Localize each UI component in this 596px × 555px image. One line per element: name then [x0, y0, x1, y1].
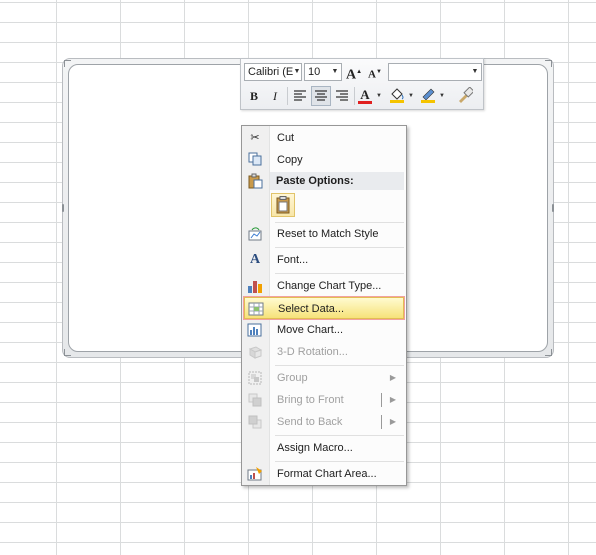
font-icon: A [249, 252, 261, 267]
chart-type-icon [247, 278, 263, 294]
menu-item-label: Move Chart... [277, 324, 344, 336]
font-color-dropdown-icon[interactable]: ▼ [375, 86, 383, 106]
menu-item-change-chart-type[interactable]: Change Chart Type... [244, 275, 404, 297]
resize-corner-top-left[interactable] [64, 60, 71, 67]
font-name-value: Calibri (E [248, 66, 294, 78]
fill-color-button[interactable] [387, 86, 407, 106]
rotation-icon [247, 344, 263, 360]
resize-corner-bottom-right[interactable] [545, 349, 552, 356]
align-center-icon [315, 90, 327, 101]
pen-icon [421, 88, 435, 103]
menu-item-label: Cut [277, 132, 295, 144]
move-chart-icon [247, 322, 263, 338]
menu-item-select-data[interactable]: Select Data... [244, 297, 404, 319]
paint-bucket-icon [390, 88, 404, 103]
split-divider [381, 415, 382, 429]
menu-item-label: Assign Macro... [277, 442, 353, 454]
italic-button[interactable]: I [265, 86, 285, 106]
italic-label: I [273, 89, 277, 103]
format-painter-icon [459, 86, 475, 103]
submenu-arrow-icon: ▶ [389, 417, 396, 426]
menu-separator [275, 435, 404, 436]
mini-toolbar: Calibri (E ▼ 10 ▼ A▲ A▼ ▼ B I A ▼ ▼ ▼ [240, 58, 484, 110]
font-size-dropdown-icon[interactable]: ▼ [329, 63, 341, 81]
font-color-label: A [360, 87, 370, 102]
align-left-button[interactable] [290, 86, 310, 106]
menu-item-group: Group ▶ [244, 367, 404, 389]
menu-item-label: Copy [277, 154, 303, 166]
menu-item-3d-rotation: 3-D Rotation... [244, 341, 404, 363]
resize-corner-top-right[interactable] [545, 60, 552, 67]
font-color-swatch [358, 101, 372, 104]
menu-separator [275, 247, 404, 248]
font-color-button[interactable]: A [355, 86, 375, 106]
line-color-button[interactable] [418, 86, 438, 106]
scissors-icon: ✂ [250, 132, 260, 144]
resize-corner-bottom-left[interactable] [64, 349, 71, 356]
bring-front-icon [247, 392, 263, 408]
bold-button[interactable]: B [244, 86, 264, 106]
menu-item-label: Send to Back [277, 416, 343, 428]
shrink-font-button[interactable]: A▼ [365, 62, 385, 82]
menu-separator [275, 273, 404, 274]
menu-item-label: Reset to Match Style [277, 228, 379, 240]
menu-item-move-chart[interactable]: Move Chart... [244, 319, 404, 341]
fill-color-dropdown-icon[interactable]: ▼ [407, 86, 415, 106]
menu-separator [275, 461, 404, 462]
align-center-button[interactable] [311, 86, 331, 106]
line-color-dropdown-icon[interactable]: ▼ [438, 86, 446, 106]
format-painter-button[interactable] [455, 86, 475, 106]
resize-handle-right[interactable] [552, 204, 554, 212]
menu-item-label: Bring to Front [277, 394, 344, 406]
menu-item-assign-macro[interactable]: Assign Macro... [244, 437, 404, 459]
style-dropdown-icon[interactable]: ▼ [469, 63, 481, 81]
resize-handle-left[interactable] [62, 204, 64, 212]
menu-item-format-chart-area[interactable]: Format Chart Area... [244, 463, 404, 485]
reset-style-icon [247, 226, 263, 242]
toolbar-divider [287, 87, 288, 105]
grow-font-label: A [345, 67, 357, 83]
style-box[interactable] [388, 63, 482, 81]
menu-separator [275, 365, 404, 366]
align-right-icon [336, 90, 348, 101]
format-chart-icon [247, 466, 263, 482]
menu-item-cut[interactable]: ✂ Cut [244, 127, 404, 149]
menu-item-label: 3-D Rotation... [277, 346, 348, 358]
menu-item-reset-to-match-style[interactable]: Reset to Match Style [244, 223, 404, 245]
paste-clipboard-icon [276, 196, 290, 214]
group-icon [247, 370, 263, 386]
font-name-dropdown-icon[interactable]: ▼ [291, 63, 303, 81]
menu-item-font[interactable]: A Font... [244, 249, 404, 271]
copy-icon [247, 152, 263, 168]
paste-keep-formatting-button[interactable] [271, 193, 295, 217]
submenu-arrow-icon: ▶ [389, 373, 396, 382]
menu-item-label: Format Chart Area... [277, 468, 377, 480]
menu-item-label: Change Chart Type... [277, 280, 382, 292]
context-menu: ✂ Cut Copy Paste Options: Reset to Match… [241, 125, 407, 486]
paste-options-header: Paste Options: [270, 172, 404, 190]
menu-item-bring-to-front: Bring to Front ▶ [244, 389, 404, 411]
send-back-icon [247, 414, 263, 430]
font-size-value: 10 [308, 66, 321, 78]
paste-icon [247, 173, 263, 189]
split-divider [381, 393, 382, 407]
align-left-icon [294, 90, 306, 101]
menu-item-copy[interactable]: Copy [244, 149, 404, 171]
paste-options-label: Paste Options: [276, 175, 354, 187]
menu-item-send-to-back: Send to Back ▶ [244, 411, 404, 433]
menu-item-label: Select Data... [278, 303, 345, 315]
bold-label: B [249, 89, 258, 103]
align-right-button[interactable] [332, 86, 352, 106]
submenu-arrow-icon: ▶ [389, 395, 396, 404]
grow-font-button[interactable]: A▲ [344, 62, 364, 83]
shrink-font-label: A [368, 68, 376, 81]
menu-item-label: Font... [277, 254, 309, 266]
select-data-icon [248, 301, 264, 317]
menu-item-label: Group [277, 372, 308, 384]
